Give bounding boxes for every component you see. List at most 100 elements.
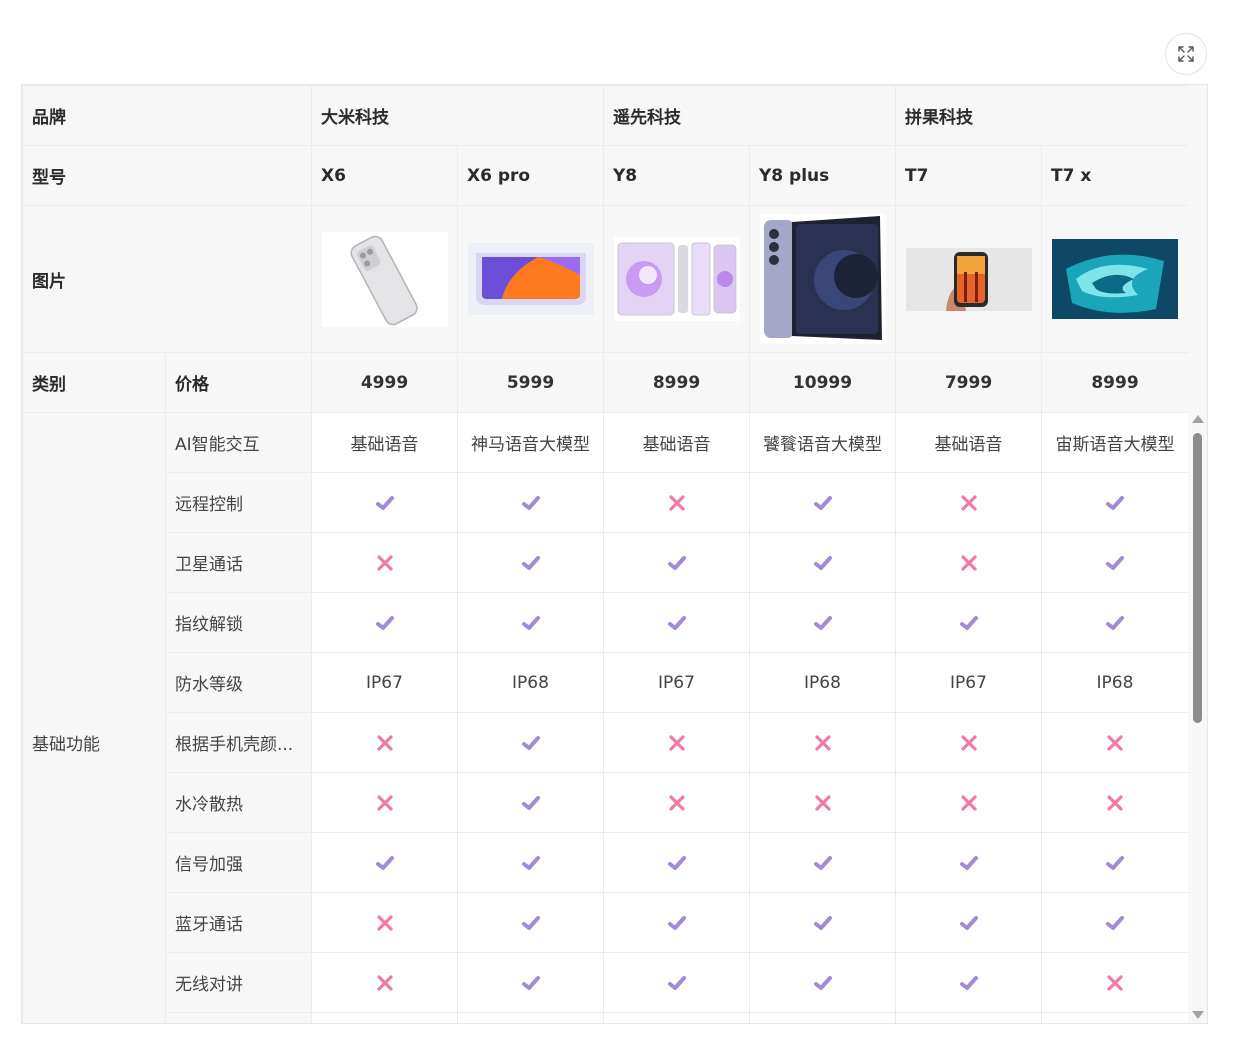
check-icon [667,855,686,870]
feature-value-cell [457,592,604,653]
feature-value-cell [311,712,458,773]
check-icon [959,615,978,630]
feature-value-cell [895,1012,1042,1023]
model-row: 型号 X6 X6 pro Y8 Y8 plus T7 T7 x [22,145,1188,206]
feature-value-cell [749,592,896,653]
feature-name: 无线对讲 [165,952,312,1013]
check-icon [521,615,540,630]
price-value: 8999 [603,352,750,413]
feature-row: 根据手机壳颜... [23,712,1188,773]
check-icon [521,735,540,750]
feature-value-cell [457,1012,604,1023]
check-icon [521,795,540,810]
feature-name: 远程控制 [165,472,312,533]
check-icon [813,615,832,630]
feature-value-cell [895,532,1042,593]
basic-features-label: 基础功能 [22,412,166,1023]
feature-value-cell [603,1012,750,1023]
product-image [321,231,448,327]
price-value: 4999 [311,352,458,413]
product-image-cell [311,205,458,353]
check-icon [667,615,686,630]
feature-value-cell [603,712,750,773]
feature-value-cell [311,892,458,953]
check-icon [1106,855,1124,870]
cross-icon [668,734,685,751]
scroll-up-arrow-icon[interactable] [1192,415,1204,423]
cross-icon [960,794,977,811]
feature-value-cell [749,832,896,893]
check-icon [813,555,832,570]
feature-row: 远程控制 [23,472,1188,533]
cross-icon [376,974,393,991]
feature-name: 根据手机壳颜... [165,712,312,773]
price-value: 8999 [1041,352,1188,413]
cross-icon [960,554,977,571]
price-value: 10999 [749,352,896,413]
feature-value-cell [311,472,458,533]
cross-icon [1107,794,1123,811]
feature-value-cell [603,532,750,593]
feature-value-cell [603,592,750,653]
feature-value-cell [1041,772,1188,833]
feature-value-cell [749,772,896,833]
check-icon [375,495,394,510]
feature-value-cell [1041,832,1188,893]
feature-value-cell [895,772,1042,833]
cross-icon [376,554,393,571]
scrollbar-thumb[interactable] [1193,433,1202,723]
check-icon [1106,555,1124,570]
feature-row: 水冷散热 [23,772,1188,833]
feature-value-cell [749,1012,896,1023]
feature-value: IP68 [457,652,604,713]
feature-value: IP68 [749,652,896,713]
cross-icon [376,734,393,751]
model-header: T7 x [1041,145,1188,206]
feature-value-cell [603,952,750,1013]
feature-row: 无线对讲 [23,952,1188,1013]
expand-button[interactable] [1165,33,1207,75]
model-header: X6 [311,145,458,206]
feature-value: 宙斯语音大模型 [1041,412,1188,473]
feature-name: 信号加强 [165,832,312,893]
check-icon [959,915,978,930]
product-image-cell [895,205,1042,353]
feature-value-cell [895,952,1042,1013]
product-image-cell [749,205,896,353]
product-image [759,214,886,344]
feature-value-cell [895,832,1042,893]
feature-value-cell [749,892,896,953]
feature-value: 基础语音 [895,412,1042,473]
product-image-cell [1041,205,1188,353]
vertical-scrollbar[interactable] [1188,85,1207,1023]
model-header: Y8 plus [749,145,896,206]
feature-value-cell [895,592,1042,653]
feature-value-cell [457,712,604,773]
feature-name: AI智能交互 [165,412,312,473]
check-icon [375,855,394,870]
price-row: 类别 价格 4999 5999 8999 10999 7999 8999 [22,352,1188,413]
cross-icon [960,734,977,751]
feature-value-cell [1041,532,1188,593]
check-icon [813,915,832,930]
table-scroll-area[interactable]: 品牌 大米科技 遥先科技 拼果科技 型号 X6 X6 pro Y8 Y8 plus T7 T7 x图… [22,85,1188,1023]
check-icon [521,915,540,930]
feature-value-cell [457,772,604,833]
model-header: T7 [895,145,1042,206]
scroll-down-arrow-icon[interactable] [1192,1011,1204,1019]
feature-value-cell [1041,892,1188,953]
check-icon [521,555,540,570]
feature-value-cell [603,892,750,953]
feature-value: 基础语音 [603,412,750,473]
check-icon [1106,615,1124,630]
brand-header: 大米科技 [311,85,604,146]
feature-value-cell [457,532,604,593]
check-icon [521,495,540,510]
check-icon [521,975,540,990]
brand-label: 品牌 [22,85,312,146]
feature-value-cell [311,532,458,593]
image-label: 图片 [22,205,312,353]
cross-icon [814,794,831,811]
feature-value-cell [895,892,1042,953]
feature-value-cell [311,772,458,833]
